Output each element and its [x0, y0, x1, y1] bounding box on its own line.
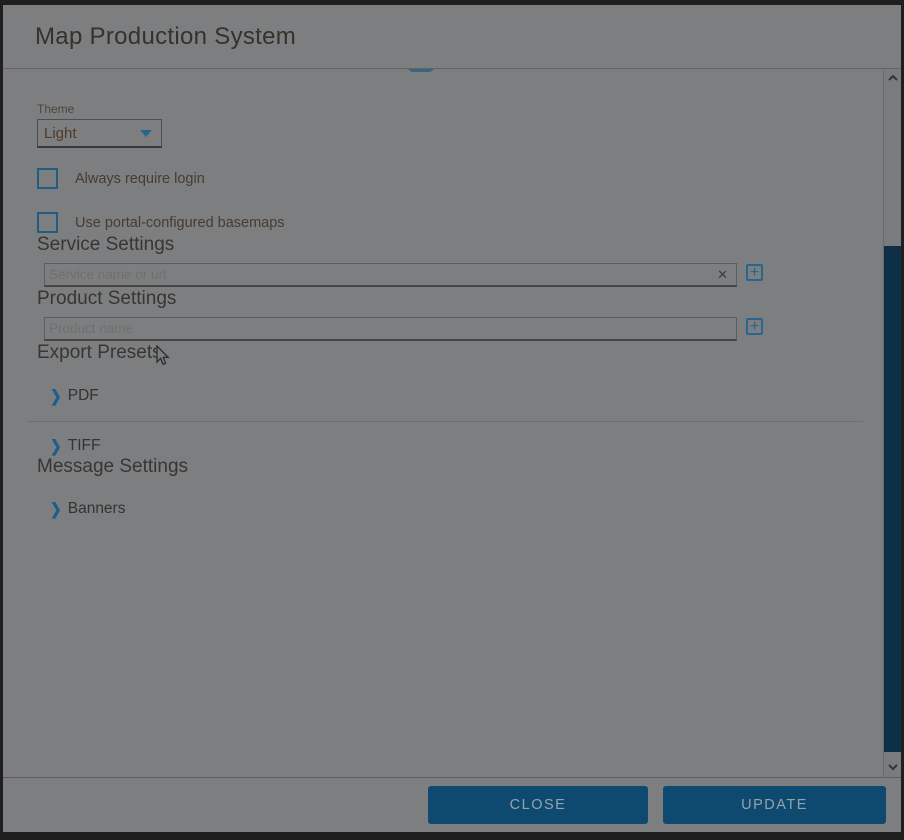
theme-selected-value: Light	[44, 125, 77, 142]
product-input-wrap	[44, 317, 737, 341]
banners-expander[interactable]: ❯ Banners	[50, 500, 883, 518]
message-settings-heading: Message Settings	[37, 455, 883, 478]
expander-label: PDF	[68, 387, 99, 405]
scroll-up-icon[interactable]	[887, 72, 899, 84]
plus-icon: +	[750, 319, 759, 334]
chevron-right-icon: ❯	[50, 386, 62, 406]
chevron-right-icon: ❯	[50, 436, 62, 456]
cutoff-scrolled-element	[408, 69, 434, 72]
service-input-wrap: ✕	[44, 263, 737, 287]
portal-basemaps-checkbox[interactable]	[37, 212, 58, 233]
map-production-system-dialog: Map Production System Theme Light Always…	[3, 5, 901, 832]
vertical-scrollbar[interactable]	[883, 69, 901, 777]
close-button[interactable]: CLOSE	[428, 786, 648, 824]
scroll-down-icon[interactable]	[887, 761, 899, 773]
dialog-header: Map Production System	[3, 5, 901, 69]
product-name-input[interactable]	[44, 317, 737, 341]
chevron-right-icon: ❯	[50, 499, 62, 519]
theme-select[interactable]: Light	[37, 119, 162, 148]
settings-scroll-content: Theme Light Always require login Use por…	[3, 69, 883, 777]
plus-icon: +	[750, 265, 759, 280]
preset-divider	[27, 421, 863, 422]
add-service-button[interactable]: +	[746, 264, 763, 281]
dialog-title: Map Production System	[35, 23, 296, 51]
update-button[interactable]: UPDATE	[663, 786, 886, 824]
checkbox-label: Always require login	[75, 171, 205, 187]
expander-label: TIFF	[68, 437, 101, 455]
product-settings-heading: Product Settings	[37, 287, 883, 310]
dialog-footer: CLOSE UPDATE	[3, 777, 901, 832]
add-product-button[interactable]: +	[746, 318, 763, 335]
export-preset-tiff-expander[interactable]: ❯ TIFF	[50, 437, 883, 455]
export-preset-pdf-expander[interactable]: ❯ PDF	[50, 387, 883, 405]
chevron-down-icon	[140, 130, 152, 137]
always-require-login-checkbox[interactable]	[37, 168, 58, 189]
clear-icon[interactable]: ✕	[717, 267, 728, 283]
service-name-input[interactable]	[44, 263, 737, 287]
export-presets-heading: Export Presets	[37, 341, 883, 364]
service-input-row: ✕ +	[44, 263, 883, 287]
service-settings-heading: Service Settings	[37, 233, 883, 256]
checkbox-label: Use portal-configured basemaps	[75, 215, 285, 231]
theme-label: Theme	[37, 102, 883, 116]
portal-basemaps-option[interactable]: Use portal-configured basemaps	[37, 212, 883, 233]
screen-frame: Map Production System Theme Light Always…	[0, 0, 904, 840]
scrollbar-thumb[interactable]	[884, 246, 901, 752]
dialog-body: Theme Light Always require login Use por…	[3, 69, 901, 777]
always-require-login-option[interactable]: Always require login	[37, 168, 883, 189]
expander-label: Banners	[68, 500, 126, 518]
product-input-row: +	[44, 317, 883, 341]
